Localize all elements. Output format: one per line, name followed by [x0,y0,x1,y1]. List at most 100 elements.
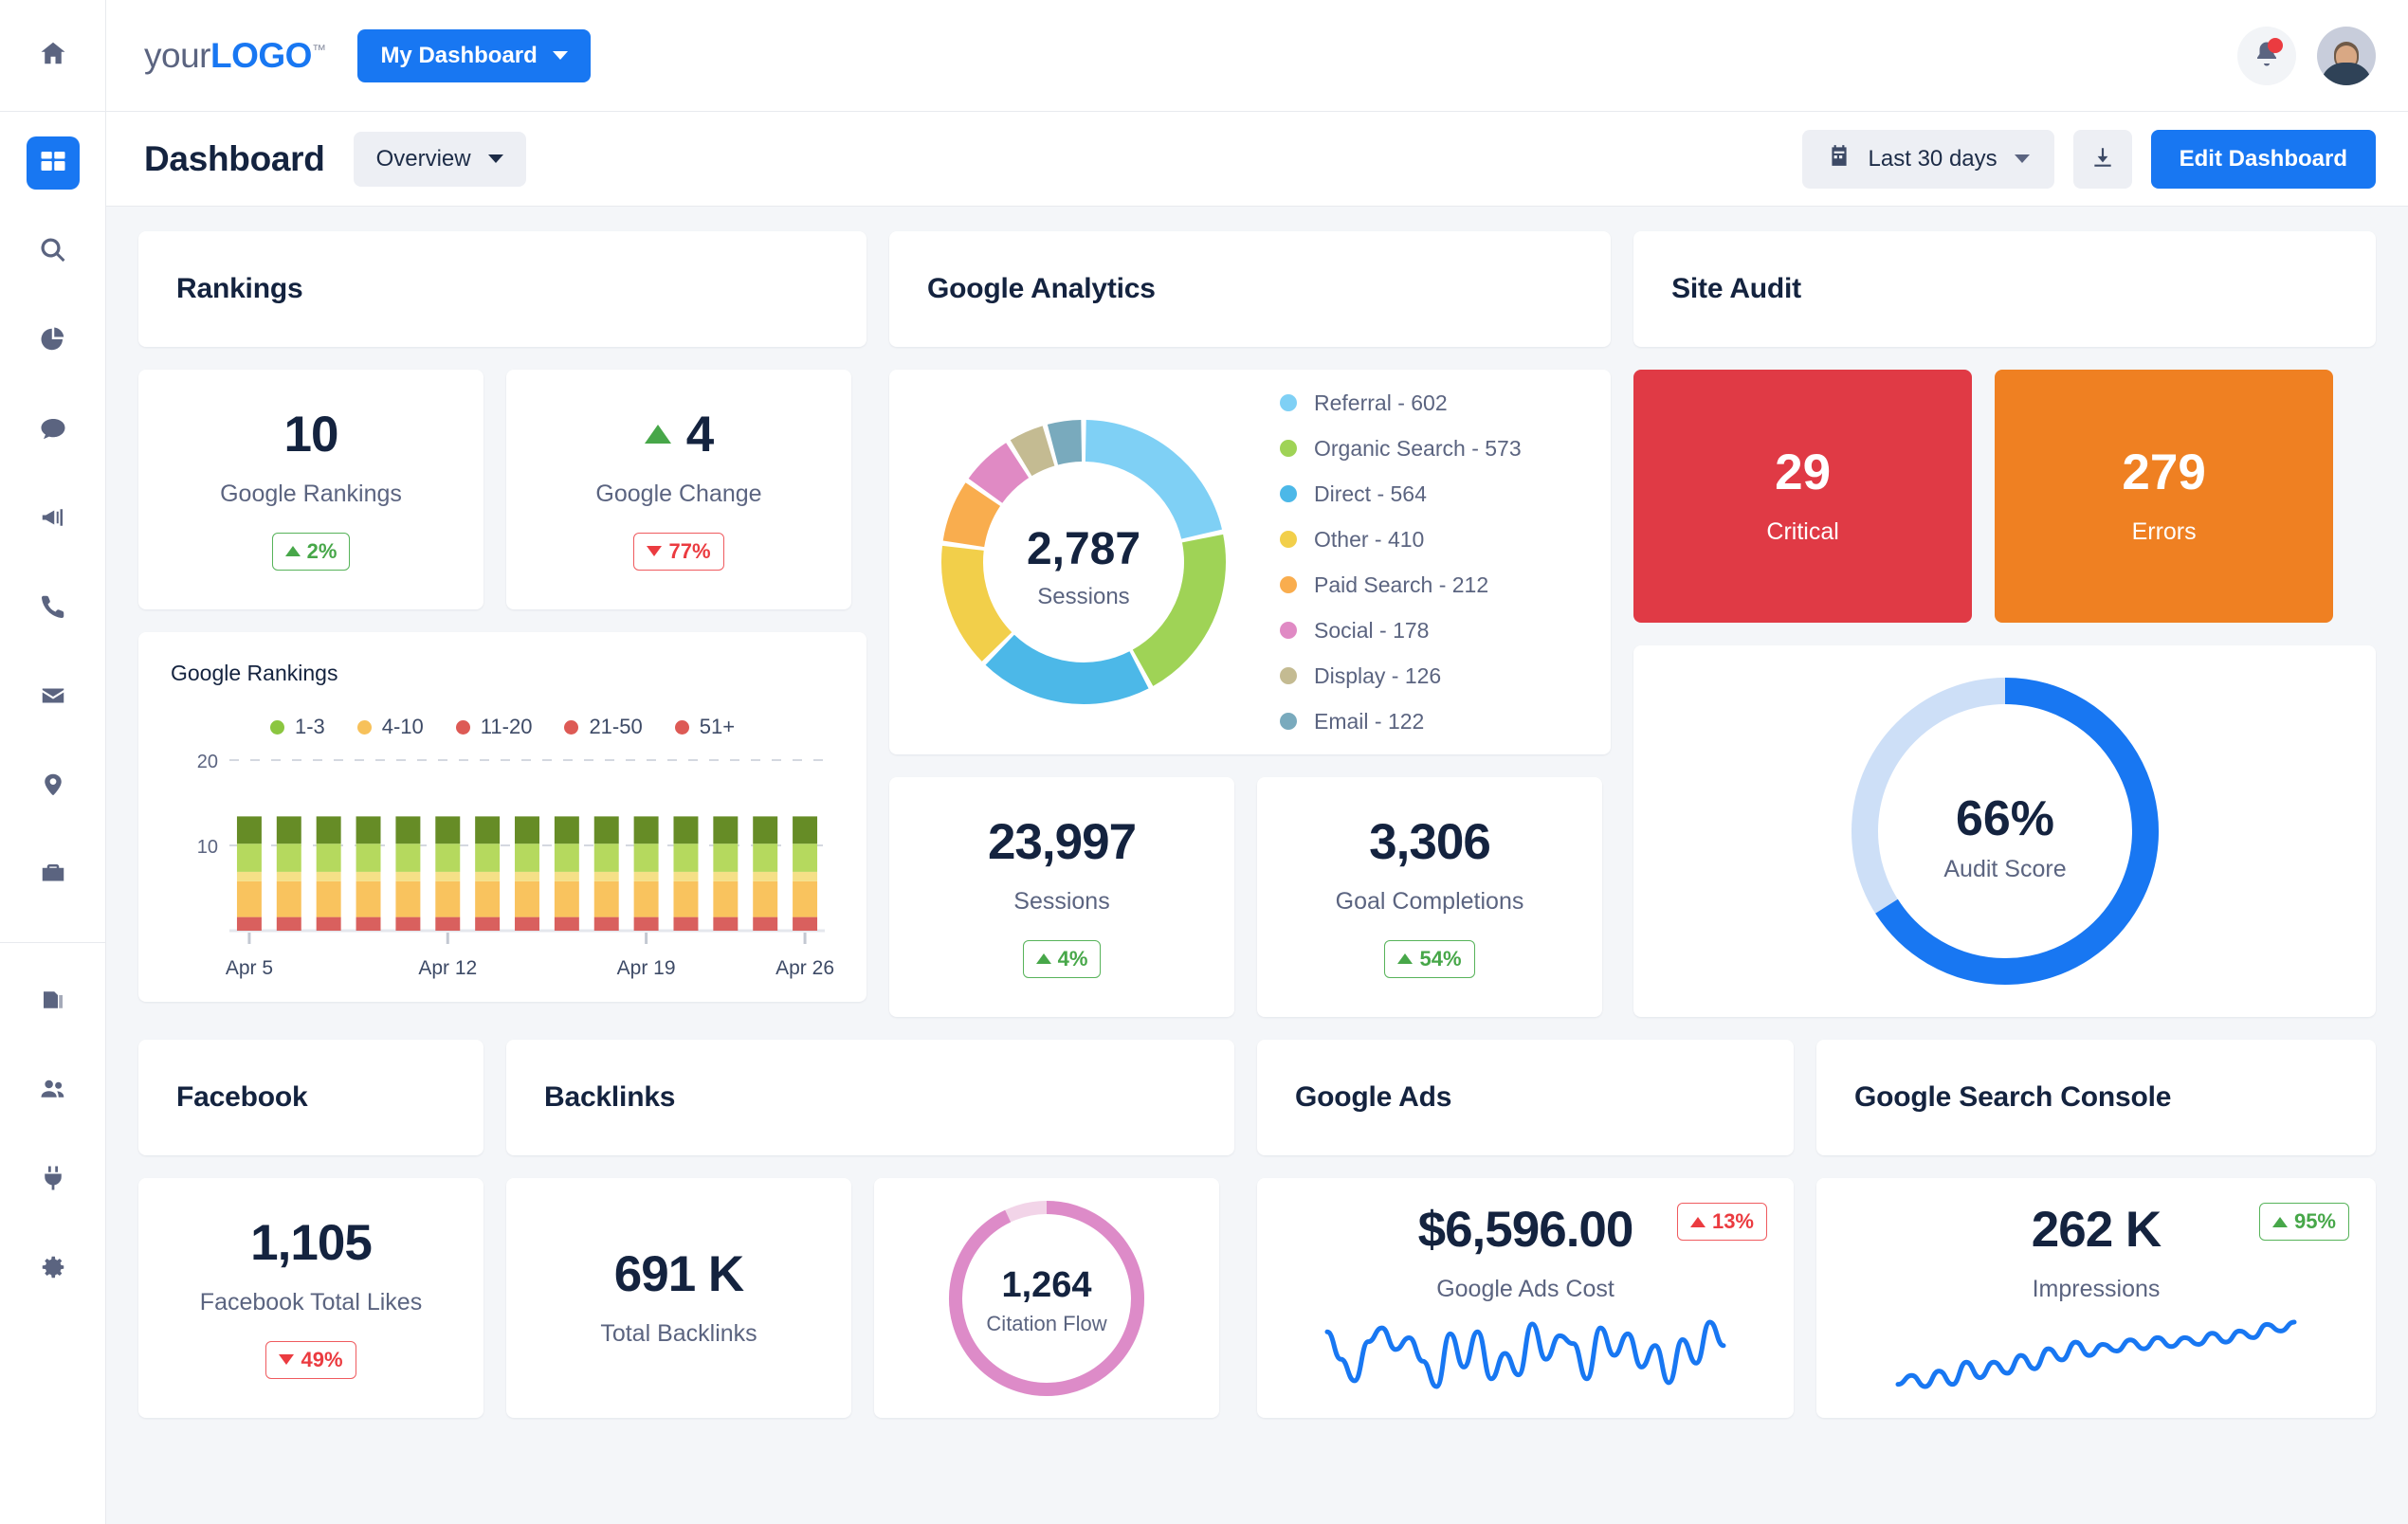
backlinks-title: Backlinks [544,1081,675,1114]
top-bar: yourLOGO™ My Dashboard [106,0,2408,112]
legend-item[interactable]: Email - 122 [1280,709,1522,735]
kpi-value: 691 K [614,1249,743,1299]
legend-item[interactable]: 4-10 [357,715,424,739]
sidebar-item-search[interactable] [27,226,80,279]
sidebar-item-locations[interactable] [27,760,80,813]
kpi-citation-flow[interactable]: 1,264Citation Flow [874,1178,1219,1418]
legend-item[interactable]: Paid Search - 212 [1280,572,1522,598]
sessions-donut-card[interactable]: 2,787Sessions Referral - 602 Organic Sear… [889,370,1611,754]
kpi-delta-badge: 95% [2259,1203,2349,1241]
google-rankings-chart-card[interactable]: Google Rankings 1-34-1011-2021-5051+ 102… [138,632,867,1002]
home-button[interactable] [0,0,105,112]
edit-dashboard-button[interactable]: Edit Dashboard [2151,130,2376,189]
kpi-value: $6,596.00 [1418,1205,1633,1255]
legend-item[interactable]: Display - 126 [1280,663,1522,689]
sidebar-item-documents[interactable] [27,975,80,1028]
tile-value: 29 [1775,447,1831,498]
legend-label: 4-10 [382,715,424,739]
kpi-google-change[interactable]: 4 Google Change 77% [506,370,851,609]
legend-item[interactable]: Social - 178 [1280,618,1522,644]
kpi-value: 23,997 [988,817,1136,867]
legend-label: 21-50 [589,715,642,739]
arrow-up-icon [645,425,671,444]
legend-item[interactable]: Direct - 564 [1280,481,1522,507]
legend-color-dot [675,720,689,735]
google-ads-sparkline [1322,1316,1729,1392]
legend-item[interactable]: 51+ [675,715,735,739]
kpi-google-rankings[interactable]: 10 Google Rankings 2% [138,370,483,609]
svg-text:1,264: 1,264 [1001,1265,1091,1305]
chevron-down-icon [553,51,568,60]
legend-item[interactable]: Other - 410 [1280,527,1522,553]
kpi-sessions[interactable]: 23,997 Sessions 4% [889,777,1234,1017]
kpi-google-ads-cost[interactable]: 13% $6,596.00 Google Ads Cost [1257,1178,1794,1418]
legend-label: Social - 178 [1314,618,1429,644]
legend-color-dot [270,720,284,735]
audit-score-card[interactable]: 66%Audit Score [1633,645,2376,1017]
legend-item[interactable]: 21-50 [564,715,642,739]
svg-text:10: 10 [197,837,218,858]
kpi-delta-badge: 13% [1677,1203,1767,1241]
sidebar-item-business[interactable] [27,849,80,902]
kpi-value: 3,306 [1369,817,1490,867]
svg-text:66%: 66% [1956,791,2054,846]
plug-icon [39,1164,67,1197]
google-analytics-column: Google Analytics 2,787Sessions Referral … [889,231,1611,1017]
arrow-up-icon [1690,1217,1706,1227]
google-analytics-title: Google Analytics [927,273,1156,305]
kpi-value: 1,105 [250,1218,372,1268]
kpi-total-backlinks[interactable]: 691 K Total Backlinks [506,1178,851,1418]
notifications-button[interactable] [2237,27,2296,85]
kpi-label: Google Change [595,481,761,508]
svg-text:2,787: 2,787 [1027,524,1140,574]
kpi-facebook-likes[interactable]: 1,105 Facebook Total Likes 49% [138,1178,483,1418]
legend-item[interactable]: 11-20 [456,715,533,739]
citation-flow-gauge: 1,264Citation Flow [938,1189,1156,1407]
sidebar-item-campaigns[interactable] [27,493,80,546]
tile-critical[interactable]: 29 Critical [1633,370,1972,623]
sidebar-item-dashboard[interactable] [27,136,80,190]
legend-color-dot [1280,667,1297,684]
sessions-donut-chart: 2,787Sessions [927,406,1240,718]
search-icon [39,236,67,269]
kpi-impressions[interactable]: 95% 262 K Impressions [1816,1178,2376,1418]
kpi-label: Google Rankings [220,481,402,508]
download-button[interactable] [2073,130,2132,189]
sidebar-item-calls[interactable] [27,582,80,635]
google-ads-title: Google Ads [1295,1081,1451,1114]
legend-item[interactable]: Referral - 602 [1280,390,1522,416]
sidebar-item-email[interactable] [27,671,80,724]
search-console-card-header: Google Search Console [1816,1040,2376,1155]
kpi-goal-completions[interactable]: 3,306 Goal Completions 54% [1257,777,1602,1017]
arrow-up-icon [1397,953,1413,964]
view-selector[interactable]: Overview [354,132,526,187]
kpi-delta-value: 13% [1712,1209,1754,1234]
sidebar-item-integrations[interactable] [27,1153,80,1206]
backlinks-kpi-row: 691 K Total Backlinks 1,264Citation Flow [506,1178,1234,1418]
home-icon [39,39,67,72]
search-console-title: Google Search Console [1854,1081,2171,1114]
sessions-donut-legend: Referral - 602 Organic Search - 573 Direct… [1280,390,1522,735]
kpi-delta-value: 77% [668,539,710,564]
chevron-down-icon [488,154,503,163]
my-dashboard-button[interactable]: My Dashboard [357,29,590,82]
sidebar-item-contacts[interactable] [27,1064,80,1117]
kpi-delta-badge: 54% [1384,940,1474,978]
avatar[interactable] [2317,27,2376,85]
page-header: Dashboard Overview Last 30 days [106,112,2408,207]
tile-errors[interactable]: 279 Errors [1995,370,2333,623]
sidebar-item-chat[interactable] [27,404,80,457]
facebook-column: Facebook 1,105 Facebook Total Likes 49% [138,1040,483,1418]
legend-item[interactable]: 1-3 [270,715,325,739]
legend-item[interactable]: Organic Search - 573 [1280,436,1522,462]
legend-color-dot [564,720,578,735]
my-dashboard-label: My Dashboard [380,43,537,69]
date-range-selector[interactable]: Last 30 days [1802,130,2054,189]
audit-score-gauge: 66%Audit Score [1834,661,2176,1002]
sidebar-item-settings[interactable] [27,1243,80,1296]
pie-chart-icon [39,325,67,358]
legend-label: Referral - 602 [1314,390,1448,416]
legend-color-dot [456,720,470,735]
brand-logo[interactable]: yourLOGO™ [144,36,325,76]
sidebar-item-reports[interactable] [27,315,80,368]
